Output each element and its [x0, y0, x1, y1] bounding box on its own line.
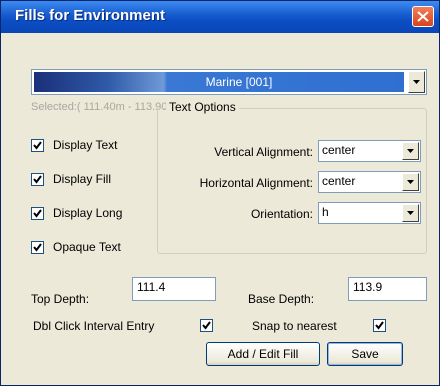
- vertical-alignment-label: Vertical Alignment:: [214, 145, 313, 159]
- chevron-down-icon: [407, 211, 414, 215]
- horizontal-alignment-value: center: [322, 174, 356, 188]
- display-fill-checkbox[interactable]: [31, 173, 44, 186]
- horizontal-alignment-dropdown-button[interactable]: [402, 173, 419, 191]
- display-text-label: Display Text: [53, 138, 118, 152]
- title-bar[interactable]: Fills for Environment: [1, 1, 439, 33]
- checkmark-icon: [33, 175, 42, 184]
- orientation-select[interactable]: h: [318, 202, 421, 224]
- add-edit-fill-button[interactable]: Add / Edit Fill: [206, 342, 320, 366]
- checkmark-icon: [33, 209, 42, 218]
- snap-to-nearest-checkbox[interactable]: [373, 319, 386, 332]
- checkmark-icon: [33, 141, 42, 150]
- chevron-down-icon: [407, 149, 414, 153]
- vertical-alignment-value: center: [322, 143, 356, 157]
- text-options-group: Text Options Vertical Alignment: center …: [157, 100, 427, 254]
- orientation-value: h: [322, 205, 329, 219]
- opaque-text-label: Opaque Text: [53, 240, 121, 254]
- top-depth-input[interactable]: 111.4: [132, 277, 216, 301]
- opaque-text-checkbox[interactable]: [31, 241, 44, 254]
- top-depth-label: Top Depth:: [31, 292, 90, 306]
- horizontal-alignment-label: Horizontal Alignment:: [199, 176, 313, 190]
- dialog-body: Marine [001] Selected:( 111.40m - 113.90…: [1, 33, 439, 385]
- checkmark-icon: [202, 321, 211, 330]
- fills-dialog: Fills for Environment Marine [001] Selec…: [0, 0, 440, 386]
- close-button[interactable]: [412, 6, 434, 27]
- fill-dropdown-value: Marine [001]: [205, 75, 273, 89]
- chevron-down-icon: [407, 180, 414, 184]
- display-long-checkbox[interactable]: [31, 207, 44, 220]
- fill-dropdown[interactable]: Marine [001]: [31, 69, 427, 95]
- horizontal-alignment-select[interactable]: center: [318, 171, 421, 193]
- display-fill-label: Display Fill: [53, 172, 112, 186]
- close-icon: [417, 11, 429, 22]
- base-depth-value: 113.9: [353, 280, 383, 294]
- fill-swatch: Marine [001]: [34, 72, 404, 92]
- snap-to-nearest-label: Snap to nearest: [252, 319, 337, 333]
- vertical-alignment-dropdown-button[interactable]: [402, 142, 419, 160]
- checkmark-icon: [375, 321, 384, 330]
- display-text-checkbox[interactable]: [31, 139, 44, 152]
- vertical-alignment-select[interactable]: center: [318, 140, 421, 162]
- window-title: Fills for Environment: [15, 7, 166, 24]
- base-depth-label: Base Depth:: [248, 292, 315, 306]
- dbl-click-interval-label: Dbl Click Interval Entry: [33, 319, 155, 333]
- orientation-label: Orientation:: [250, 207, 313, 221]
- dbl-click-interval-checkbox[interactable]: [200, 319, 213, 332]
- checkmark-icon: [33, 243, 42, 252]
- display-long-label: Display Long: [53, 206, 123, 220]
- top-depth-value: 111.4: [137, 280, 166, 294]
- chevron-down-icon: [413, 80, 420, 84]
- base-depth-input[interactable]: 113.9: [348, 277, 427, 301]
- text-options-title: Text Options: [166, 100, 239, 114]
- orientation-dropdown-button[interactable]: [402, 204, 419, 222]
- save-button[interactable]: Save: [327, 342, 403, 366]
- fill-dropdown-button[interactable]: [408, 71, 425, 93]
